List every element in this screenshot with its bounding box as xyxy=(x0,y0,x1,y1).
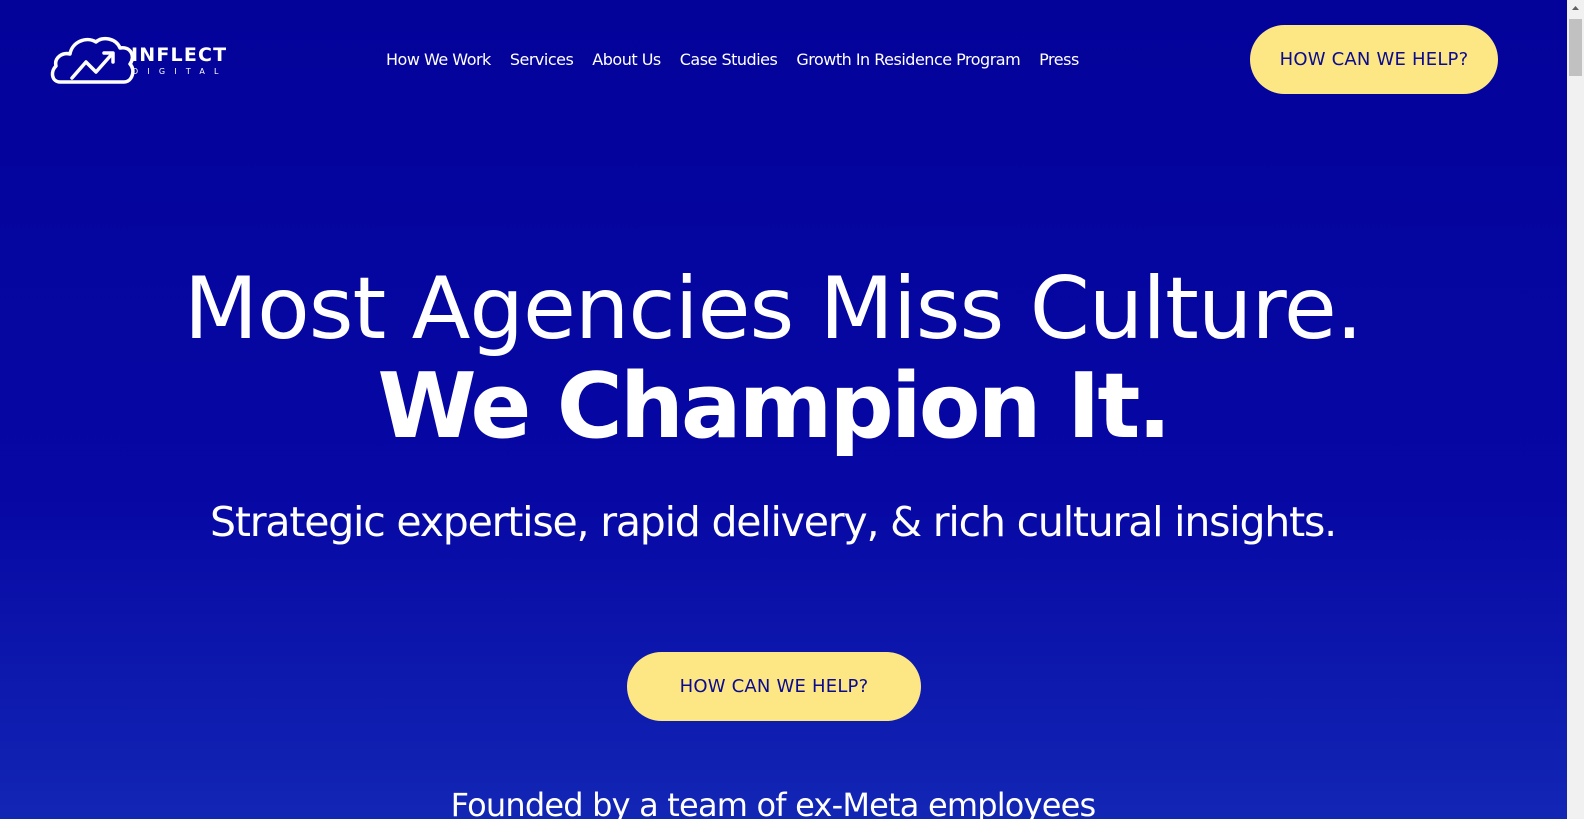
header-cta-button[interactable]: HOW CAN WE HELP? xyxy=(1250,25,1498,94)
nav-growth-in-residence[interactable]: Growth In Residence Program xyxy=(796,48,1020,72)
page: INFLECT DIGITAL How We Work Services Abo… xyxy=(0,0,1567,819)
nav-services[interactable]: Services xyxy=(510,48,574,72)
main-nav: How We Work Services About Us Case Studi… xyxy=(386,48,1079,72)
hero-cta-button[interactable]: HOW CAN WE HELP? xyxy=(627,652,921,721)
nav-about-us[interactable]: About Us xyxy=(592,48,661,72)
scrollbar-thumb[interactable] xyxy=(1569,19,1582,76)
brand-name: INFLECT xyxy=(131,44,228,66)
hero-headline-line2: We Champion It. xyxy=(377,354,1171,459)
nav-press[interactable]: Press xyxy=(1039,48,1079,72)
brand-sub: DIGITAL xyxy=(132,67,228,76)
triangle-up-icon[interactable] xyxy=(1567,0,1584,17)
vertical-scrollbar[interactable] xyxy=(1567,0,1584,819)
hero-tagline: Strategic expertise, rapid delivery, & r… xyxy=(210,498,1337,546)
nav-how-we-work[interactable]: How We Work xyxy=(386,48,491,72)
nav-case-studies[interactable]: Case Studies xyxy=(680,48,778,72)
hero-headline-line1: Most Agencies Miss Culture. xyxy=(183,259,1363,359)
founded-text: Founded by a team of ex-Meta employees xyxy=(450,786,1097,819)
